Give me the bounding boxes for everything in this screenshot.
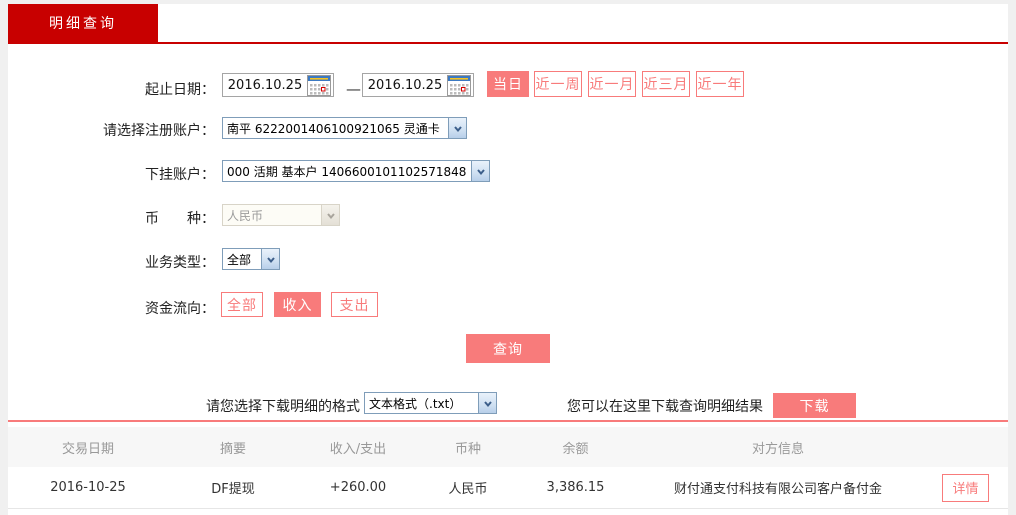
fund-income-button[interactable]: 收入 xyxy=(274,292,321,317)
chevron-down-icon xyxy=(471,161,489,181)
tab-detail-query[interactable]: 明细查询 xyxy=(8,4,158,42)
cell-summary: DF提现 xyxy=(211,482,255,497)
calendar-icon xyxy=(447,74,471,96)
sub-account-value: 000 活期 基本户 1406600101102571848 xyxy=(227,164,467,179)
chevron-down-icon xyxy=(261,249,279,269)
table-header: 交易日期 摘要 收入/支出 币种 余额 对方信息 xyxy=(8,427,1008,467)
cell-amount: +260.00 xyxy=(329,480,387,495)
calendar-icon xyxy=(307,74,331,96)
chevron-down-icon xyxy=(321,205,339,225)
download-format-value: 文本格式（.txt） xyxy=(369,396,462,411)
header-counterparty: 对方信息 xyxy=(751,441,804,457)
download-button[interactable]: 下载 xyxy=(773,393,856,418)
start-date-input[interactable]: 2016.10.25 xyxy=(222,73,334,97)
cell-counterparty: 财付通支付科技有限公司客户备付金 xyxy=(673,482,882,497)
fund-expense-button[interactable]: 支出 xyxy=(331,292,378,317)
business-type-value: 全部 xyxy=(227,252,252,267)
header-amount: 收入/支出 xyxy=(329,441,387,457)
chevron-down-icon xyxy=(448,118,466,138)
quick-range-quarter-button[interactable]: 近三月 xyxy=(642,71,690,97)
date-separator: — xyxy=(346,80,361,98)
currency-label: 币 种： xyxy=(145,211,215,227)
end-date-value: 2016.10.25 xyxy=(367,77,443,93)
download-format-label: 请您选择下载明细的格式 xyxy=(206,399,360,415)
header-date: 交易日期 xyxy=(61,441,114,457)
table-top-accent xyxy=(8,420,1008,422)
sub-account-label: 下挂账户： xyxy=(145,167,215,183)
quick-range-month-button[interactable]: 近一月 xyxy=(588,71,636,97)
register-account-label: 请选择注册账户： xyxy=(103,123,215,139)
cell-currency: 人民币 xyxy=(448,482,488,497)
cell-balance: 3,386.15 xyxy=(546,480,605,495)
header-currency: 币种 xyxy=(454,441,481,457)
end-date-input[interactable]: 2016.10.25 xyxy=(362,73,474,97)
quick-range-today-button[interactable]: 当日 xyxy=(487,71,529,97)
query-button[interactable]: 查询 xyxy=(466,334,550,363)
business-type-label: 业务类型： xyxy=(145,255,215,271)
currency-value: 人民币 xyxy=(227,208,264,223)
table-row: 2016-10-25 DF提现 +260.00 人民币 3,386.15 财付通… xyxy=(8,467,1008,509)
tab-underline xyxy=(8,42,1008,44)
start-date-value: 2016.10.25 xyxy=(227,77,303,93)
date-range-label: 起止日期： xyxy=(145,82,215,98)
quick-range-year-button[interactable]: 近一年 xyxy=(696,71,744,97)
header-summary: 摘要 xyxy=(219,441,246,457)
quick-range-week-button[interactable]: 近一周 xyxy=(534,71,582,97)
content-panel: 明细查询 起止日期： 2016.10.25 — 2016.10.25 当日 近一… xyxy=(8,4,1008,515)
register-account-select[interactable]: 南平 6222001406100921065 灵通卡 xyxy=(222,117,467,139)
detail-button[interactable]: 详情 xyxy=(942,473,989,502)
chevron-down-icon xyxy=(478,393,496,413)
currency-select: 人民币 xyxy=(222,204,340,226)
download-format-select[interactable]: 文本格式（.txt） xyxy=(364,392,497,414)
business-type-select[interactable]: 全部 xyxy=(222,248,280,270)
fund-direction-label: 资金流向： xyxy=(145,301,215,317)
sub-account-select[interactable]: 000 活期 基本户 1406600101102571848 xyxy=(222,160,490,182)
header-balance: 余额 xyxy=(562,441,589,457)
fund-all-button[interactable]: 全部 xyxy=(221,292,263,317)
register-account-value: 南平 6222001406100921065 灵通卡 xyxy=(227,121,440,136)
cell-date: 2016-10-25 xyxy=(50,480,126,495)
download-hint: 您可以在这里下载查询明细结果 xyxy=(567,399,763,415)
